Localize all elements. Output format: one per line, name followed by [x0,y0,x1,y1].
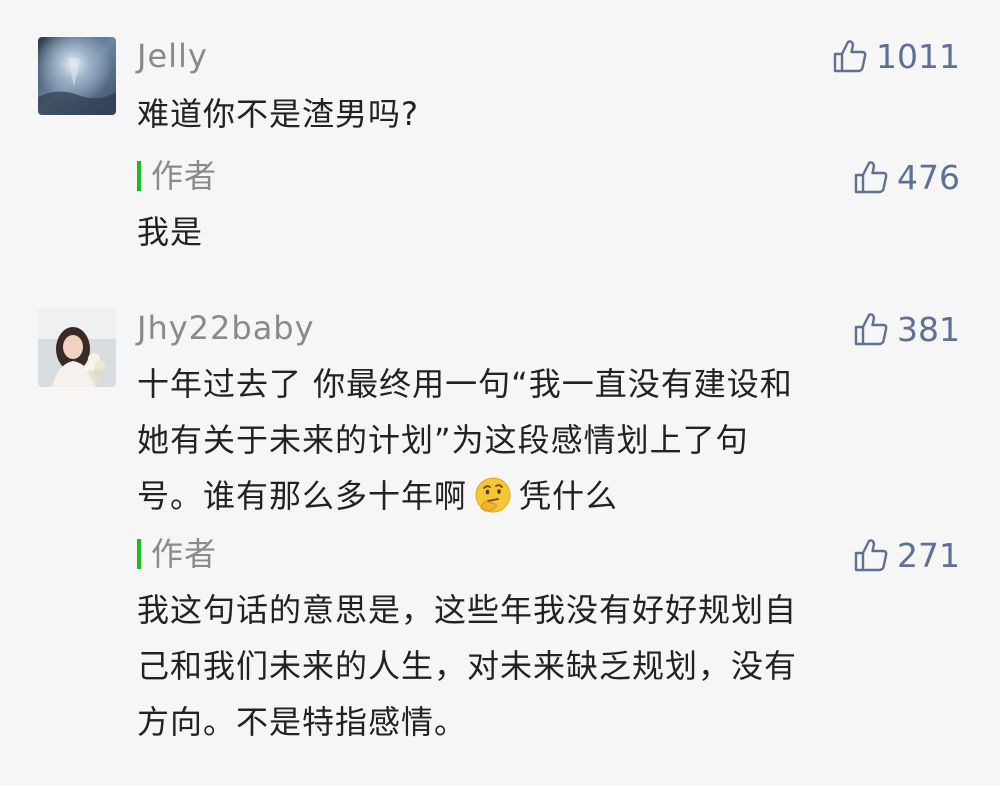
like-count: 271 [897,535,960,575]
author-reply-label: 作者 [137,156,217,196]
reply-like-button[interactable]: 271 [853,533,960,577]
comment-text-line: 号。谁有那么多十年啊 凭什么 [137,468,967,524]
like-count: 476 [897,157,960,197]
thumbs-up-icon [854,539,888,572]
comment-text: 十年过去了 你最终用一句“我一直没有建设和 她有关于未来的计划”为这段感情划上了… [137,356,967,524]
comment-text: 难道你不是渣男吗? [137,95,419,133]
like-button[interactable]: 1011 [832,34,960,78]
reply-text-line: 方向。不是特指感情。 [137,703,468,741]
like-count: 381 [897,309,960,349]
thumbs-up-icon [833,40,867,73]
thumbs-up-icon [854,161,888,194]
author-label: 作者 [151,157,218,195]
reply-text: 我这句话的意思是，这些年我没有好好规划自 己和我们未来的人生，对未来缺乏规划，没… [137,582,967,750]
author-reply-label: 作者 [137,534,217,574]
author-indicator-bar [137,161,141,191]
thumbs-up-icon [854,313,888,346]
avatar-image [38,37,116,115]
thinking-face-emoji-icon [475,477,511,513]
reply-text-line: 我这句话的意思是，这些年我没有好好规划自 [137,591,798,629]
reply-like-button[interactable]: 476 [853,155,960,199]
avatar[interactable] [38,309,116,387]
author-label: 作者 [151,535,218,573]
avatar[interactable] [38,37,116,115]
comment-text-segment: 凭什么 [519,477,619,515]
avatar-image [38,309,116,387]
reply-text-line: 己和我们未来的人生，对未来缺乏规划，没有 [137,647,798,685]
comment-username[interactable]: Jelly [137,36,208,76]
author-indicator-bar [137,539,141,569]
comment-text-segment: 号。谁有那么多十年啊 [137,477,468,515]
comment-text-line: 她有关于未来的计划”为这段感情划上了句 [137,421,749,459]
like-count: 1011 [876,36,960,76]
comment-text-line: 十年过去了 你最终用一句“我一直没有建设和 [137,365,793,403]
comment-username[interactable]: Jhy22baby [137,308,315,348]
like-button[interactable]: 381 [853,307,960,351]
reply-text: 我是 [137,213,204,251]
